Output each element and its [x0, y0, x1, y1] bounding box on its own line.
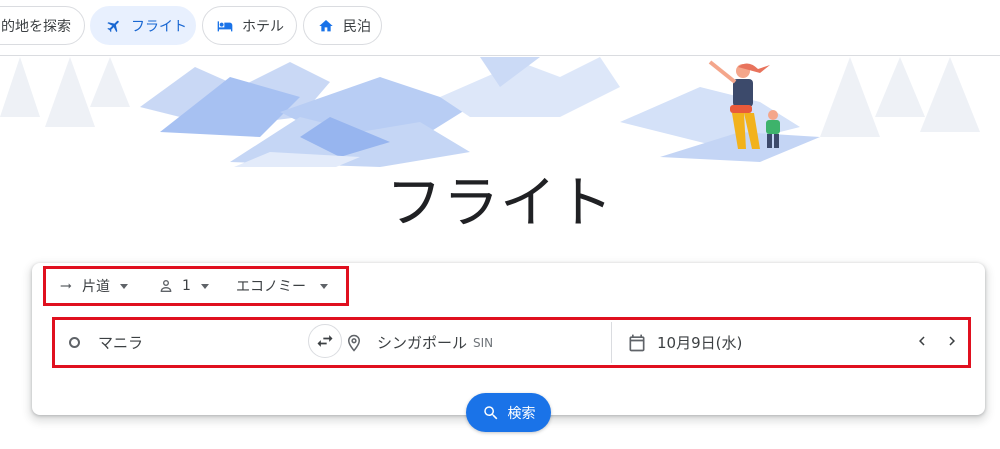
search-button-label: 検索 [507, 405, 536, 422]
airplane-icon [105, 17, 123, 35]
tab-flights[interactable]: フライト [90, 6, 196, 45]
chevron-down-icon [200, 283, 209, 289]
top-nav: 的地を探索 フライト ホテル 民泊 [0, 0, 1000, 56]
trip-type-select[interactable]: 片道 [46, 269, 144, 303]
route-fields: マニラ シンガポール SIN 10月9日(水) [52, 317, 971, 368]
arrow-right-icon [58, 278, 74, 294]
departure-date-value: 10月9日(水) [657, 334, 743, 352]
swap-arrows-icon [315, 331, 335, 351]
search-button[interactable]: 検索 [466, 393, 551, 432]
search-icon [482, 404, 508, 422]
location-pin-icon [345, 334, 363, 352]
passenger-select[interactable]: 1 [144, 269, 222, 303]
previous-date-button[interactable] [911, 330, 933, 352]
chevron-left-icon [913, 332, 931, 350]
tab-explore-label: 的地を探索 [1, 18, 71, 35]
tab-vacation-rentals-label: 民泊 [343, 18, 371, 35]
calendar-icon [627, 333, 647, 353]
person-icon [158, 278, 174, 294]
next-date-button[interactable] [941, 330, 963, 352]
tab-hotels[interactable]: ホテル [202, 6, 297, 45]
tab-vacation-rentals[interactable]: 民泊 [303, 6, 382, 45]
tab-explore[interactable]: 的地を探索 [0, 6, 85, 45]
cabin-class-label: エコノミー [236, 279, 306, 295]
page-title: フライト [386, 171, 614, 236]
destination-value: シンガポール [377, 334, 468, 352]
passenger-count: 1 [182, 278, 191, 294]
chevron-down-icon [320, 283, 328, 289]
cabin-class-select[interactable]: エコノミー [222, 269, 342, 303]
house-icon [317, 17, 335, 35]
trip-options-bar: 片道 1 エコノミー [43, 266, 349, 306]
chevron-right-icon [943, 332, 961, 350]
tab-flights-label: フライト [131, 18, 187, 35]
bed-icon [216, 17, 234, 35]
trip-type-label: 片道 [82, 279, 110, 295]
field-divider [611, 322, 612, 363]
destination-field[interactable]: シンガポール SIN [345, 322, 595, 363]
chevron-down-icon [120, 283, 128, 289]
destination-code: SIN [473, 335, 494, 350]
origin-field[interactable]: マニラ [59, 322, 309, 363]
departure-date-field[interactable]: 10月9日(水) [627, 322, 827, 363]
origin-value: マニラ [98, 334, 144, 352]
tab-hotels-label: ホテル [242, 18, 284, 35]
swap-button[interactable] [308, 324, 342, 358]
origin-circle-icon [69, 337, 80, 348]
